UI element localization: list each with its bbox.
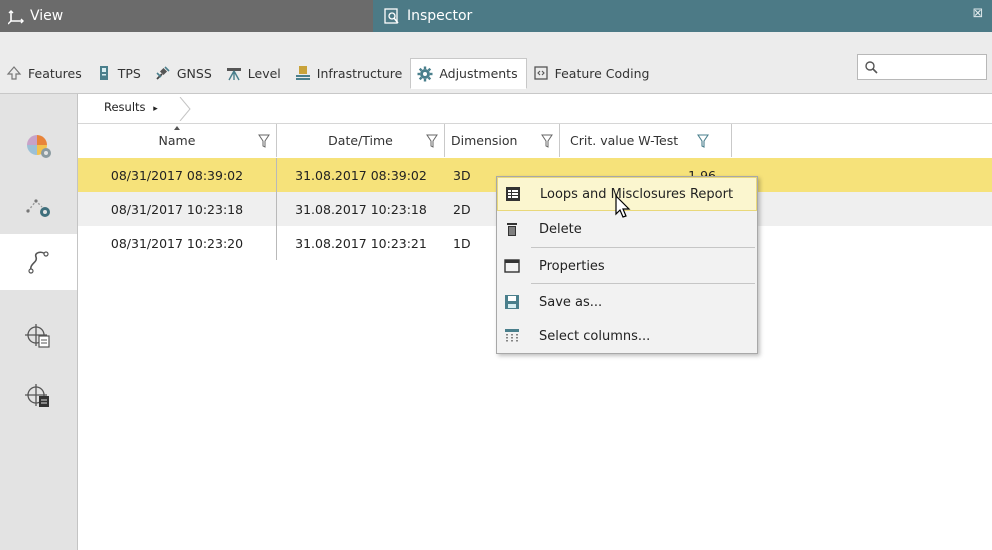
inspector-panel-header: Inspector ⊠ [373,0,992,32]
breadcrumb-chevron-icon [179,97,191,121]
properties-icon [504,259,520,273]
cell-datetime: 31.08.2017 08:39:02 [295,167,427,183]
rail-button-network-settings[interactable] [0,178,77,234]
breadcrumb-label: Results [104,100,146,114]
menu-item-select-columns[interactable]: Select columns... [497,319,757,353]
cell-datetime: 31.08.2017 10:23:21 [295,235,427,251]
close-icon: ⊠ [972,6,984,21]
row-fill [732,158,992,192]
column-header-label: Date/Time [328,133,393,148]
tab-gnss[interactable]: GNSS [149,58,220,88]
menu-separator [531,247,755,248]
menu-item-save-as[interactable]: Save as... [497,285,757,319]
filter-icon[interactable] [697,134,709,148]
inspector-title: Inspector [407,8,473,24]
adjustments-gear-icon [417,66,433,81]
left-toolbar [0,94,78,550]
column-header-datetime[interactable]: Date/Time [277,124,445,157]
menu-item-label: Save as... [539,294,603,310]
cell-name: 08/31/2017 10:23:18 [78,192,277,226]
tab-feature-coding[interactable]: Feature Coding [527,58,658,88]
column-header-label: Name [158,133,196,148]
breadcrumb: Results ▸ [78,94,992,124]
tab-label: GNSS [176,65,212,81]
menu-item-label: Properties [539,258,605,274]
column-header-crit-value[interactable]: Crit. value W-Test [560,124,732,157]
tab-label: Feature Coding [554,65,650,81]
menu-item-label: Select columns... [539,328,651,344]
column-header-label: Crit. value W-Test [570,133,679,148]
save-icon [505,295,519,309]
tab-label: Infrastructure [316,65,403,81]
filter-icon[interactable] [258,134,270,148]
trash-icon [507,223,517,236]
infrastructure-icon [295,66,310,80]
breadcrumb-results[interactable]: Results ▸ [104,100,158,114]
inspector-icon [384,8,399,24]
adjustment-pie-icon [26,135,51,158]
level-icon [226,68,241,81]
title-bar: View Inspector ⊠ [0,0,992,32]
close-panel-button[interactable]: ⊠ [970,6,986,22]
cell-name: 08/31/2017 08:39:02 [78,158,277,192]
tab-level[interactable]: Level [220,58,289,88]
tab-list: Features TPS GNSS Level Infrastructure A… [0,58,658,89]
column-header-dimension[interactable]: Dimension [445,124,560,157]
menu-item-properties[interactable]: Properties [497,249,757,283]
tps-icon [99,66,108,80]
tab-label: TPS [117,65,141,81]
filter-icon[interactable] [426,134,438,148]
tab-label: Features [28,65,82,81]
columns-icon [505,329,519,343]
sort-ascending-icon [174,126,180,130]
axes-icon [8,10,24,25]
rail-button-loops[interactable] [0,234,77,290]
station-report-icon [24,384,49,407]
menu-separator [531,283,755,284]
rail-button-station-report[interactable] [0,368,77,424]
search-field[interactable] [857,54,987,80]
feature-coding-icon [533,66,548,80]
mouse-cursor-icon [615,195,631,218]
column-header-name[interactable]: Name [78,124,277,157]
station-results-icon [24,324,50,348]
filter-icon[interactable] [541,134,553,148]
view-title: View [30,8,64,24]
cell-name: 08/31/2017 10:23:20 [78,226,277,260]
tab-infrastructure[interactable]: Infrastructure [289,58,411,88]
features-icon [6,66,22,80]
report-icon [506,187,520,201]
column-header-label: Dimension [451,133,518,148]
network-settings-icon [25,199,50,217]
rail-button-station-results[interactable] [0,308,77,364]
menu-item-label: Delete [539,221,582,237]
tab-tps[interactable]: TPS [90,58,149,88]
rail-button-adjustment[interactable] [0,118,77,174]
tab-bar: Features TPS GNSS Level Infrastructure A… [0,32,992,94]
view-panel-header[interactable]: View [0,0,373,32]
tab-features[interactable]: Features [0,58,90,88]
tab-label: Level [247,65,281,81]
row-fill [732,226,992,260]
row-fill [732,192,992,226]
search-icon [865,61,878,74]
grid-header: Name Date/Time Dimension Crit. value W-T… [78,124,732,157]
tab-label: Adjustments [439,66,518,81]
cell-datetime: 31.08.2017 10:23:18 [295,201,427,217]
tab-adjustments[interactable]: Adjustments [410,58,527,89]
gnss-icon [156,66,170,80]
loops-icon [27,251,49,274]
